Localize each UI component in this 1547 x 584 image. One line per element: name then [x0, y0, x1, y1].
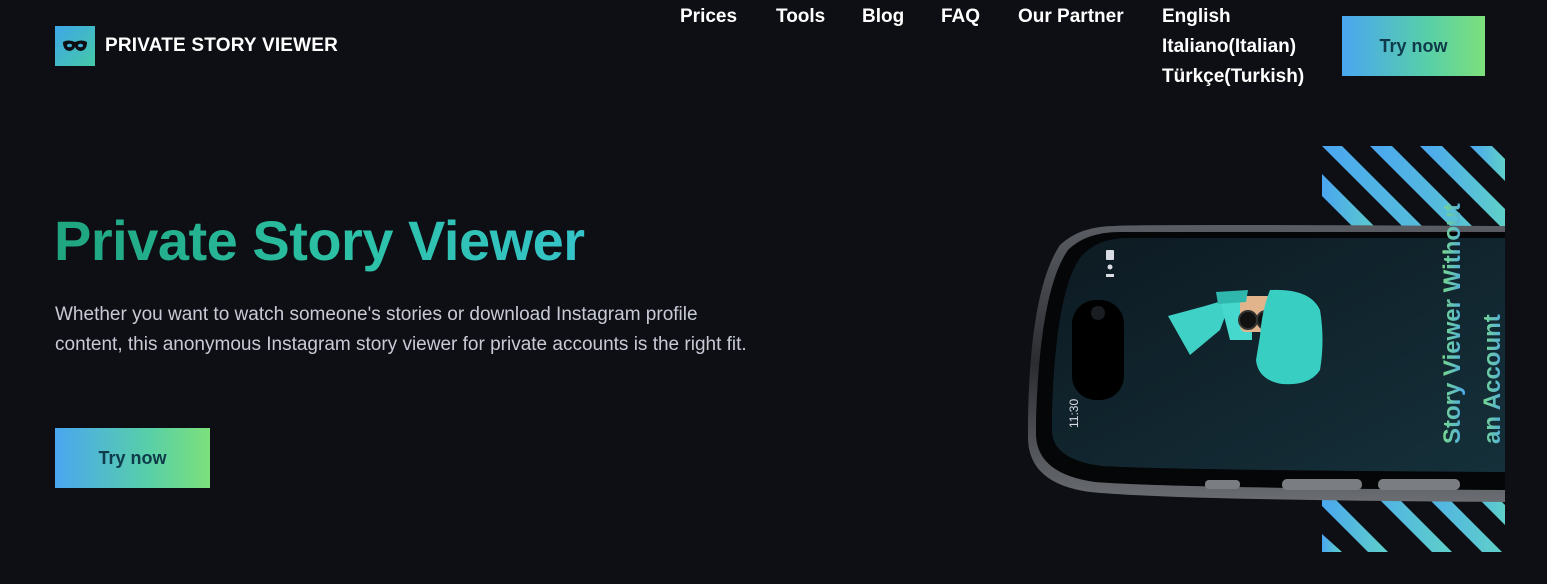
phone-headline-line1: Story Viewer Without [1439, 203, 1466, 444]
phone-illustration: 11:30 Story Viewer Without an Account [1020, 140, 1510, 560]
phone-headline-line2: an Account [1479, 314, 1506, 444]
hero-title: Private Story Viewer [54, 209, 585, 272]
mask-icon [55, 26, 95, 66]
nav-our-partner[interactable]: Our Partner [1018, 6, 1124, 28]
nav-blog[interactable]: Blog [862, 6, 904, 28]
language-italian[interactable]: Italiano(Italian) [1162, 36, 1304, 57]
brand-logo[interactable]: PRIVATE STORY VIEWER [55, 26, 338, 66]
nav-prices[interactable]: Prices [680, 6, 737, 28]
nav-tools[interactable]: Tools [776, 6, 825, 28]
language-turkish[interactable]: Türkçe(Turkish) [1162, 66, 1304, 87]
hero-try-now-button[interactable]: Try now [55, 428, 210, 488]
brand-name: PRIVATE STORY VIEWER [105, 35, 339, 56]
hero-description: Whether you want to watch someone's stor… [55, 304, 747, 355]
nav-faq[interactable]: FAQ [941, 6, 980, 28]
header-try-now-button[interactable]: Try now [1342, 16, 1485, 76]
language-english[interactable]: English [1162, 6, 1304, 27]
phone-time: 11:30 [1067, 399, 1081, 428]
language-menu: English Italiano(Italian) Türkçe(Turkish… [1162, 6, 1304, 87]
